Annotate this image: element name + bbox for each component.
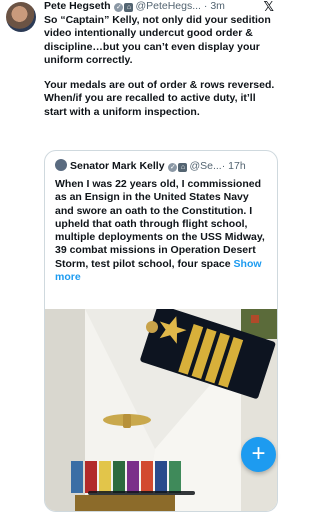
verified-badge-icon: ✓ bbox=[168, 163, 178, 172]
quoted-author-avatar bbox=[55, 159, 67, 171]
home-indicator bbox=[88, 491, 195, 495]
x-logo-icon[interactable]: 𝕏 bbox=[264, 0, 274, 15]
author-handle[interactable]: @PeteHegs... bbox=[135, 0, 201, 12]
post-text: So “Captain” Kelly, not only did your se… bbox=[44, 14, 276, 131]
verified-badge-icon: ✓ bbox=[114, 3, 124, 12]
quoted-text-body: When I was 22 years old, I commissioned … bbox=[55, 178, 265, 270]
government-badge-icon: ⌂ bbox=[124, 3, 134, 12]
author-avatar[interactable] bbox=[6, 2, 36, 32]
compose-button[interactable]: + bbox=[241, 437, 276, 472]
quoted-post-header: Senator Mark Kelly ✓ ⌂ @Se...· 17h bbox=[55, 159, 270, 172]
post-header: Pete Hegseth ✓ ⌂ @PeteHegs... · 3m bbox=[44, 0, 254, 14]
quoted-post-text: When I was 22 years old, I commissioned … bbox=[55, 178, 269, 284]
author-name[interactable]: Pete Hegseth bbox=[44, 0, 111, 12]
quoted-post-time: · 17h bbox=[221, 160, 246, 172]
quoted-author-handle: @Se... bbox=[189, 160, 222, 172]
post[interactable]: Pete Hegseth ✓ ⌂ @PeteHegs... · 3m 𝕏 So “C… bbox=[0, 0, 283, 512]
post-paragraph: Your medals are out of order & rows reve… bbox=[44, 79, 275, 118]
quoted-author-name: Senator Mark Kelly bbox=[70, 160, 165, 172]
plus-icon: + bbox=[251, 440, 266, 467]
post-time[interactable]: · 3m bbox=[204, 0, 225, 12]
uniform-photo[interactable] bbox=[45, 309, 277, 511]
post-paragraph: So “Captain” Kelly, not only did your se… bbox=[44, 14, 271, 66]
government-badge-icon: ⌂ bbox=[178, 163, 188, 172]
